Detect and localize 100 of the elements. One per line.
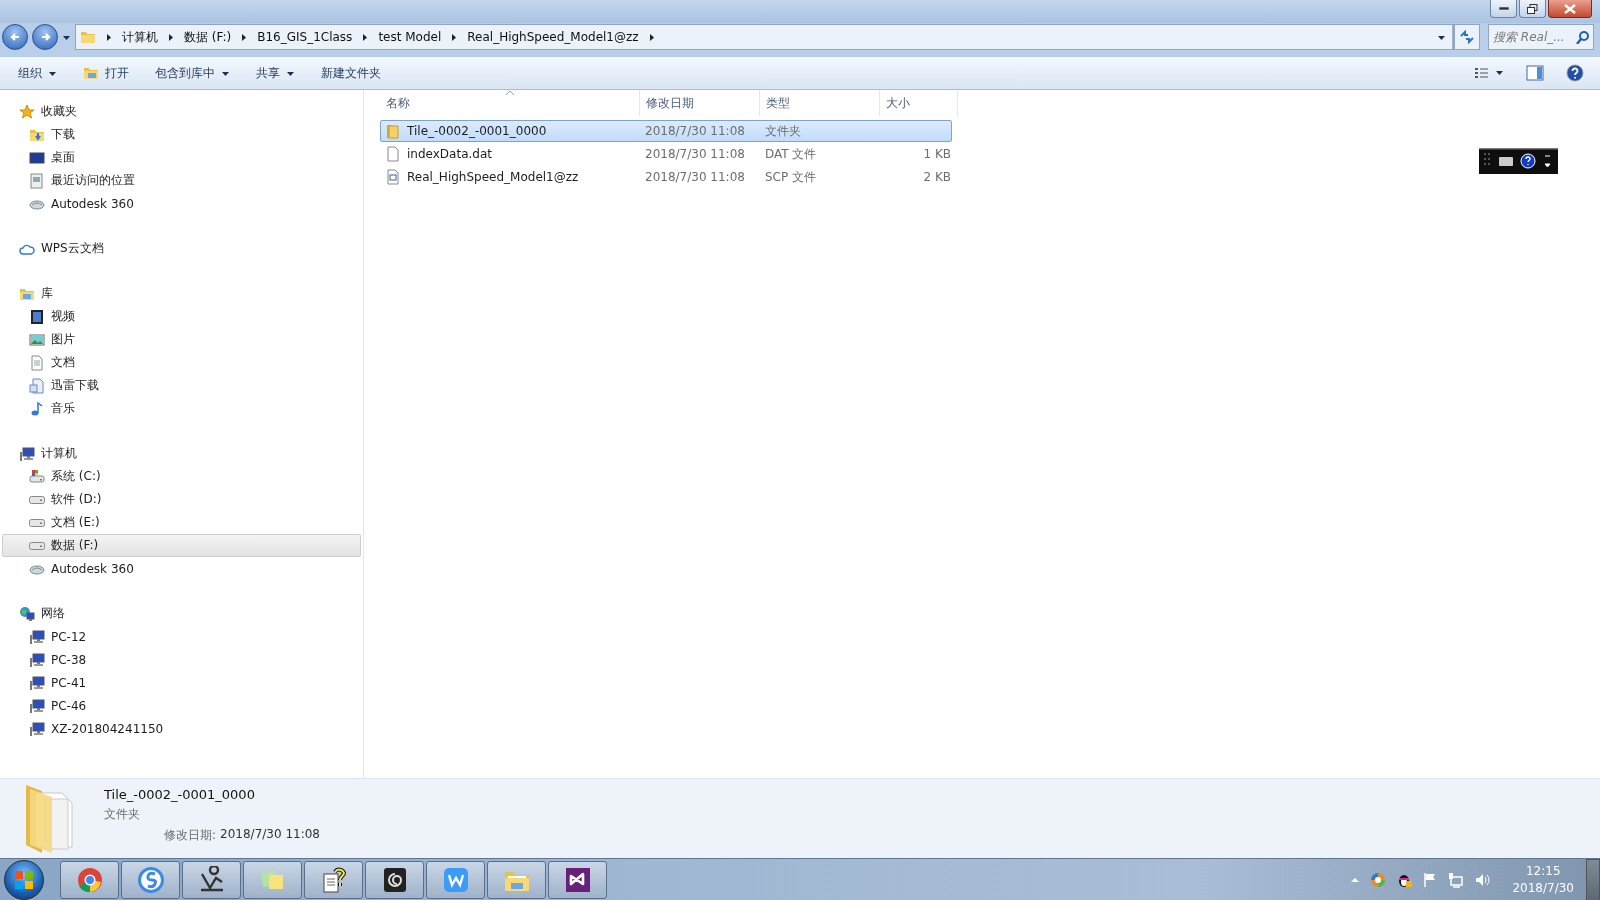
sidebar-item[interactable]: 系统 (C:) (2, 465, 361, 488)
caret-icon (221, 69, 230, 77)
sidebar-item[interactable]: PC-46 (2, 694, 361, 717)
chevron-icon[interactable] (648, 32, 655, 42)
taskbar-button[interactable] (121, 860, 180, 899)
sidebar-item[interactable]: 最近访问的位置 (2, 169, 361, 192)
document-icon (29, 354, 45, 371)
document-icon (29, 377, 45, 394)
sidebar-item[interactable]: Autodesk 360 (2, 192, 361, 215)
sidebar-item[interactable]: PC-41 (2, 671, 361, 694)
back-button[interactable] (2, 24, 28, 50)
folder-icon (83, 65, 99, 81)
sidebar-item[interactable]: 收藏夹 (2, 100, 361, 123)
minimize-button[interactable] (1490, 0, 1517, 18)
sidebar-item[interactable]: WPS云文档 (2, 237, 361, 260)
drive-icon (29, 518, 45, 527)
s-logo-icon (136, 865, 165, 894)
sidebar-item[interactable]: 图片 (2, 328, 361, 351)
language-bar[interactable] (1479, 148, 1558, 174)
breadcrumb[interactable]: test Model (378, 30, 442, 44)
caret-icon (286, 69, 295, 77)
sidebar-item[interactable]: 网络 (2, 602, 361, 625)
taskbar-button[interactable] (304, 860, 363, 899)
help-icon (1566, 64, 1584, 82)
sidebar-item[interactable]: 计算机 (2, 442, 361, 465)
caret-icon (48, 69, 57, 77)
sidebar-item[interactable]: PC-38 (2, 648, 361, 671)
taskbar-button[interactable] (182, 860, 241, 899)
toolbar-button[interactable]: 共享 (246, 60, 305, 86)
item-type: 文件夹 (104, 806, 141, 823)
file-name: Real_HighSpeed_Model1@zz (407, 170, 579, 184)
w-logo-icon (441, 865, 470, 894)
toolbar-button[interactable]: 组织 (8, 60, 67, 86)
restore-icon (1527, 3, 1538, 14)
sidebar-item[interactable]: 视频 (2, 305, 361, 328)
sidebar-item[interactable]: XZ-201804241150 (2, 717, 361, 740)
file-name: Tile_-0002_-0001_0000 (407, 124, 547, 138)
sidebar-item[interactable]: 软件 (D:) (2, 488, 361, 511)
document-icon (385, 169, 401, 185)
breadcrumb[interactable]: 数据 (F:) (184, 28, 232, 46)
chevron-icon[interactable] (168, 32, 174, 42)
sidebar-item[interactable]: PC-12 (2, 625, 361, 648)
taskbar-button[interactable] (548, 860, 607, 899)
chevron-icon[interactable] (451, 32, 458, 42)
sidebar-item[interactable]: 音乐 (2, 397, 361, 420)
column-header[interactable]: 名称 (380, 90, 640, 116)
modified-date: 2018/7/30 11:08 (644, 170, 746, 184)
column-header[interactable]: 修改日期 (640, 90, 760, 116)
column-header[interactable]: 大小 (880, 90, 958, 116)
drive-icon (29, 541, 45, 550)
breadcrumb[interactable]: B16_GIS_1Class (257, 30, 353, 44)
file-row[interactable]: indexData.dat 2018/7/30 11:08 DAT 文件 1 KB (380, 143, 952, 165)
chevron-icon[interactable] (241, 32, 248, 42)
computer-icon (29, 720, 45, 737)
file-size: 1 KB (922, 147, 951, 161)
search-icon[interactable] (1575, 30, 1589, 44)
file-type: DAT 文件 (764, 145, 818, 163)
film-icon (29, 308, 45, 325)
circle-logo-icon[interactable] (1370, 871, 1387, 888)
column-header[interactable]: 类型 (760, 90, 880, 116)
file-name: indexData.dat (407, 147, 492, 161)
modified-date: 2018/7/30 11:08 (644, 147, 746, 161)
close-button[interactable] (1548, 0, 1592, 18)
restore-button[interactable] (1519, 0, 1546, 18)
address-field[interactable]: 计算机 数据 (F:) B16_GIS_1Class test Model Real_HighSpeed_Model1@zz (75, 24, 1454, 50)
music-note-icon (29, 400, 45, 417)
refresh-button[interactable] (1454, 24, 1480, 50)
sidebar-item[interactable]: 数据 (F:) (2, 534, 361, 557)
sidebar-item[interactable]: 文档 (2, 351, 361, 374)
chevron-icon[interactable] (362, 32, 369, 42)
toolbar-button[interactable]: 包含到库中 (145, 60, 240, 86)
taskbar-button[interactable] (365, 860, 424, 899)
picture-icon (29, 331, 45, 348)
computer-icon (29, 697, 45, 714)
infinity-logo-icon (563, 865, 592, 894)
breadcrumb[interactable]: 计算机 (122, 28, 158, 46)
sidebar-item[interactable]: Autodesk 360 (2, 557, 361, 580)
refresh-icon (1459, 30, 1475, 44)
sidebar-item[interactable]: 下载 (2, 123, 361, 146)
sidebar-item[interactable]: 桌面 (2, 146, 361, 169)
sidebar-item[interactable]: 文档 (E:) (2, 511, 361, 534)
breadcrumb[interactable]: Real_HighSpeed_Model1@zz (467, 30, 639, 44)
toolbar-button[interactable]: 打开 (73, 60, 139, 86)
toolbar-button[interactable]: 新建文件夹 (311, 60, 391, 86)
windows-logo-icon (14, 869, 34, 890)
network-icon[interactable] (1448, 871, 1465, 888)
chevron-icon[interactable] (106, 32, 112, 42)
sidebar-item[interactable]: 迅雷下载 (2, 374, 361, 397)
caret-icon[interactable] (62, 33, 71, 41)
drive-icon (29, 495, 45, 504)
file-row[interactable]: Tile_-0002_-0001_0000 2018/7/30 11:08 文件夹 (380, 120, 952, 142)
taskbar-button[interactable] (426, 860, 485, 899)
start-button[interactable] (4, 859, 44, 900)
computer-icon (29, 628, 45, 645)
forward-button[interactable] (32, 24, 58, 50)
search-field[interactable]: 搜索 Real_... (1488, 24, 1594, 50)
computer-icon (19, 445, 35, 462)
monitor-icon (29, 149, 45, 166)
sidebar-item[interactable]: 库 (2, 282, 361, 305)
file-row[interactable]: Real_HighSpeed_Model1@zz 2018/7/30 11:08 SCP 文件 2 KB (380, 166, 952, 188)
